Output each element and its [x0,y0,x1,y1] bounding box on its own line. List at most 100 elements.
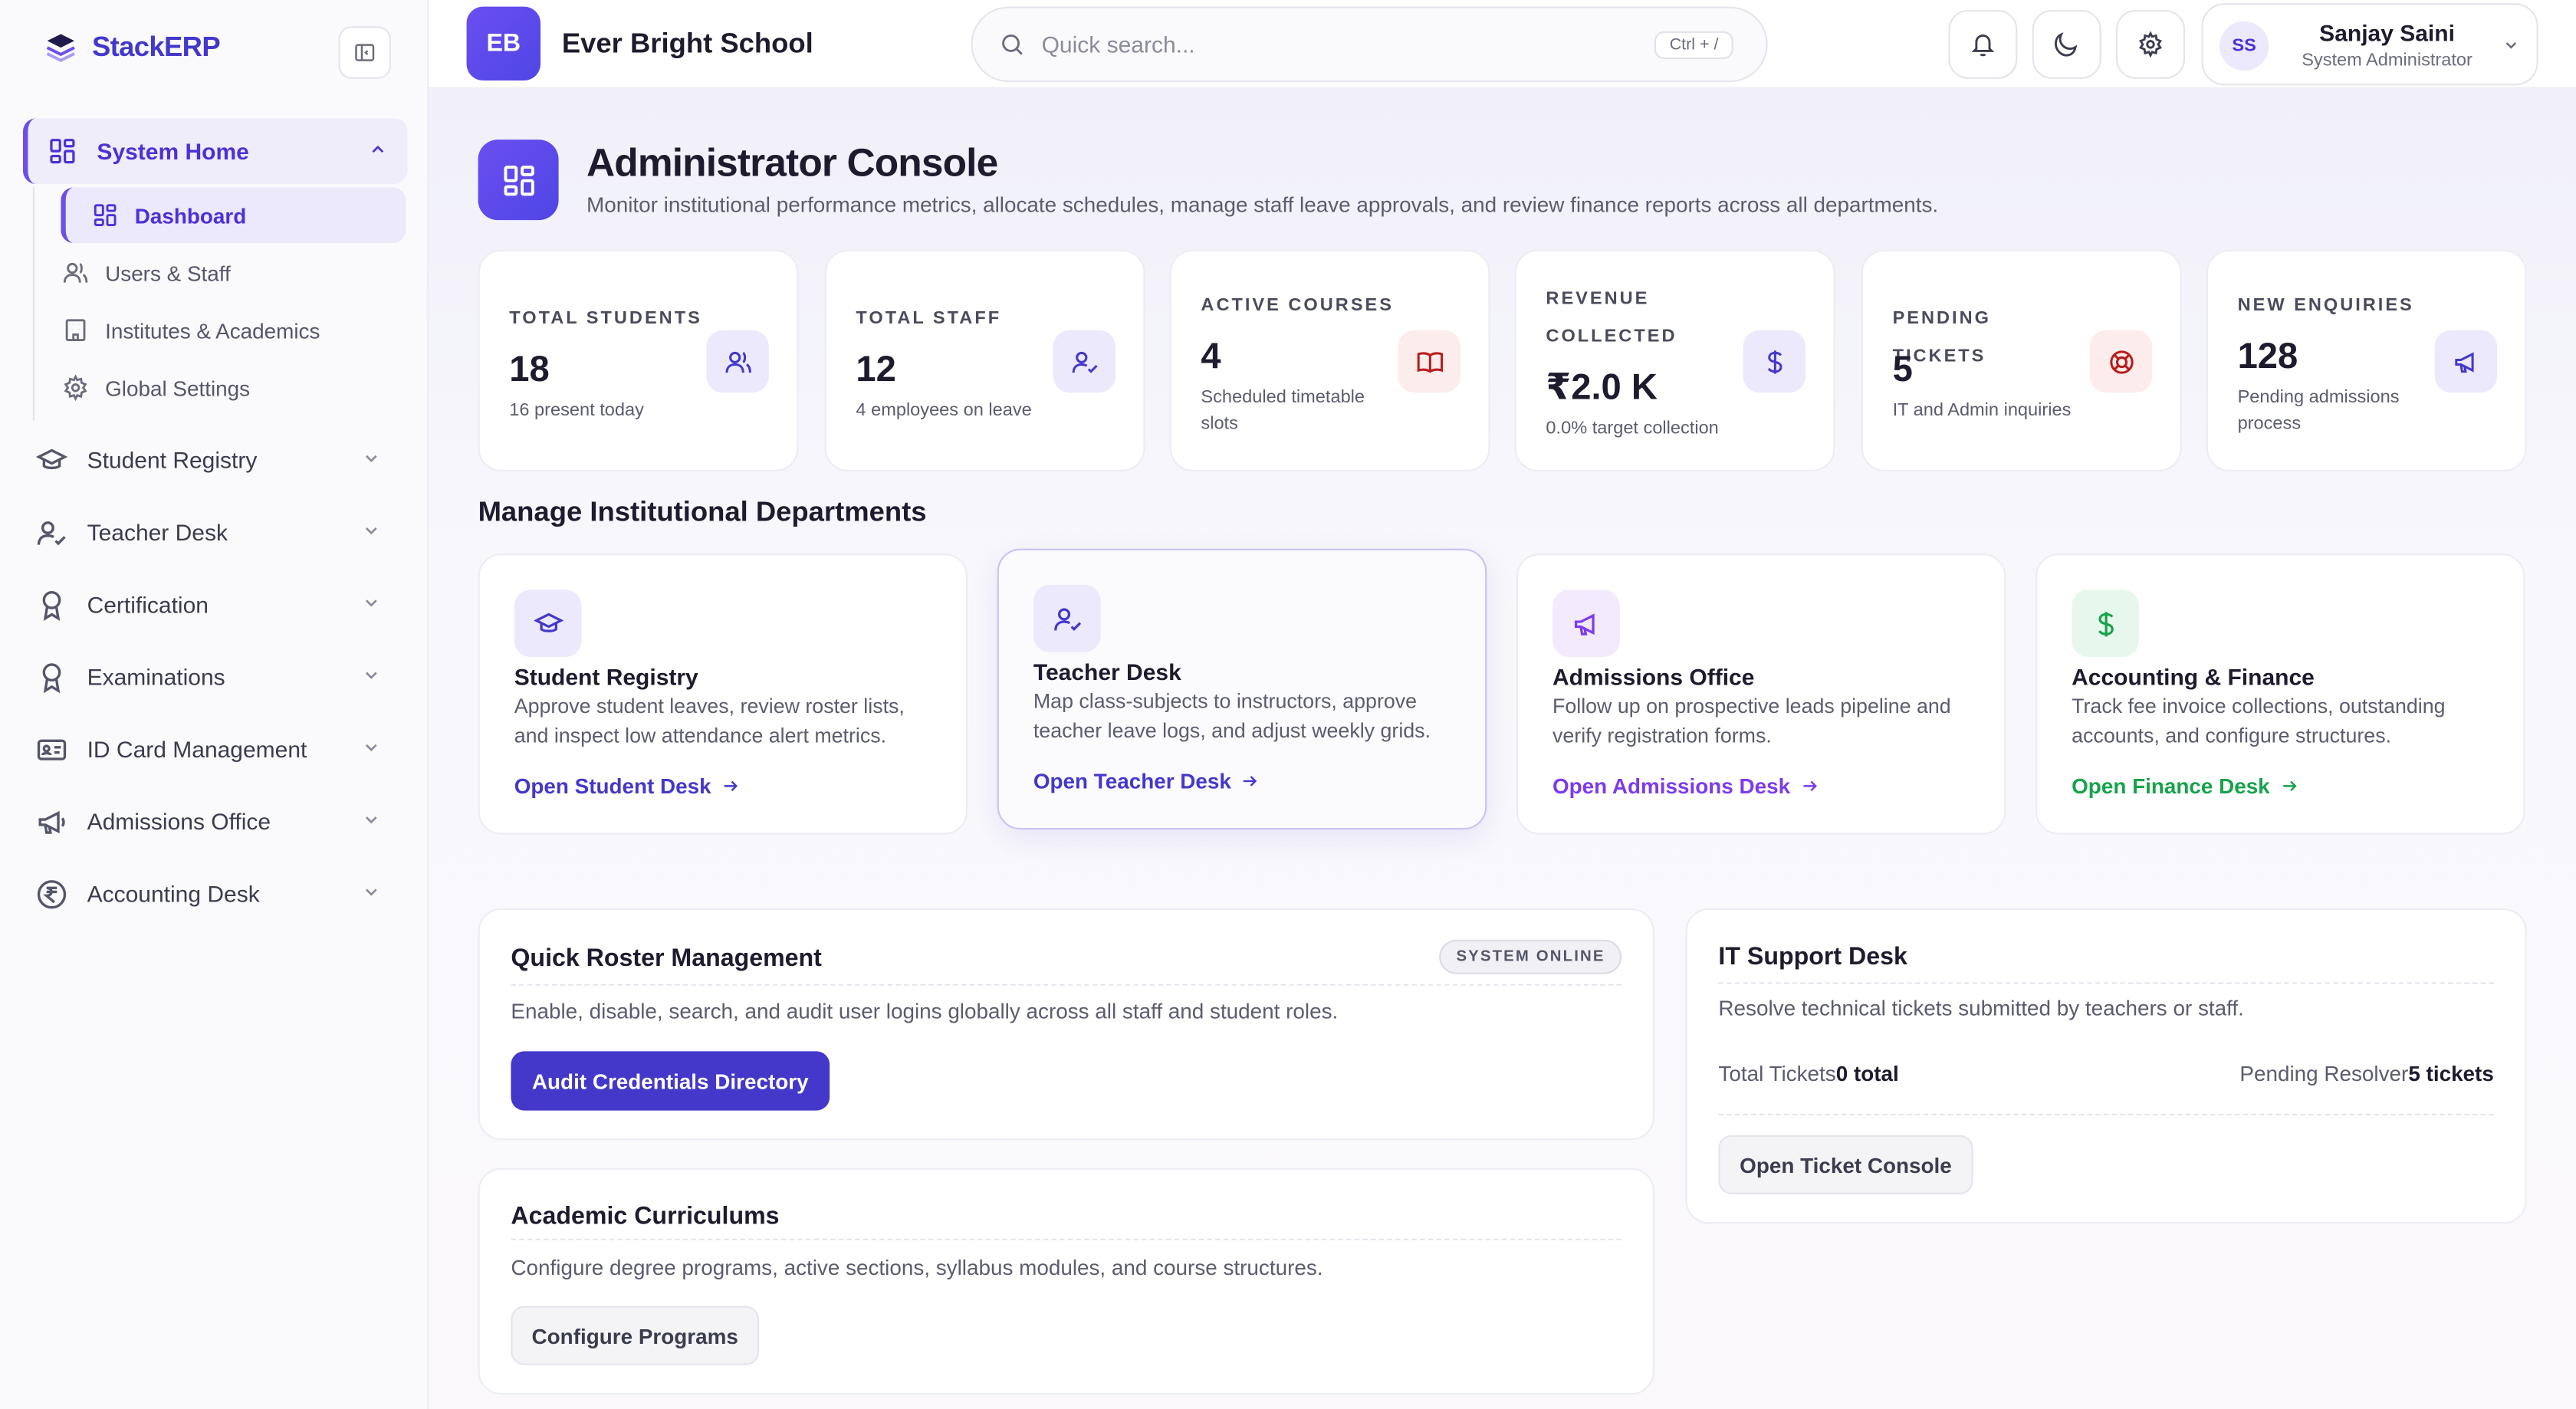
open-admissions-desk-link[interactable]: Open Admissions Desk [1552,773,1819,798]
stat-value: 18 [509,348,550,389]
dept-desc: Follow up on prospective leads pipeline … [1552,695,1951,747]
it-support-panel: IT Support Desk Resolve technical ticket… [1685,908,2527,1224]
chevron-down-icon[interactable] [361,737,381,757]
chevron-down-icon[interactable] [361,810,381,829]
chevron-down-icon[interactable] [361,882,381,902]
rupee-icon [37,879,67,908]
sidebar: StackERP System Home Dashboard Users & S… [0,0,429,1409]
configure-programs-button[interactable]: Configure Programs [511,1306,759,1365]
panel-divider [1718,1113,2494,1115]
stat-card-new-enquiries[interactable]: NEW ENQUIRIES 128 Pending admissions pro… [2206,249,2527,471]
dept-card-admissions[interactable]: Admissions Office Follow up on prospecti… [1516,553,2006,835]
megaphone-icon [38,810,65,833]
user-check-icon [1053,330,1116,393]
lifebuoy-icon [2089,330,2153,393]
chevron-up-icon[interactable] [368,140,388,159]
brand[interactable]: StackERP [43,30,221,66]
megaphone-icon [1552,590,1620,658]
sidebar-item-label: Student Registry [87,446,258,474]
sidebar-item-accounting[interactable]: Accounting Desk [36,864,394,923]
chevron-down-icon[interactable] [361,448,381,468]
link-label: Open Student Desk [514,773,711,799]
subnav-rail [32,187,34,421]
stat-card-revenue[interactable]: REVENUE COLLECTED ₹2.0 K 0.0% target col… [1514,249,1835,471]
stat-label: ACTIVE COURSES [1201,295,1395,316]
chevron-down-icon[interactable] [361,665,381,685]
open-teacher-desk-link[interactable]: Open Teacher Desk [1033,769,1259,793]
school-badge[interactable]: EB [466,6,540,81]
sidebar-item-institutes[interactable]: Institutes & Academics [62,302,320,358]
arrow-right-icon [1244,776,1258,787]
open-finance-desk-link[interactable]: Open Finance Desk [2072,773,2298,798]
chevron-down-icon[interactable] [361,593,381,613]
theme-toggle-button[interactable] [2032,9,2101,79]
sidebar-item-dashboard[interactable]: Dashboard [61,187,406,244]
sidebar-item-label: Accounting Desk [87,880,260,907]
gear-icon [2139,31,2162,57]
sidebar-item-users-staff[interactable]: Users & Staff [62,245,231,301]
sidebar-item-certification[interactable]: Certification [36,575,394,634]
arrow-right-icon [724,780,738,792]
dashboard-icon [50,139,75,164]
sidebar-item-label: Global Settings [105,375,251,400]
dept-card-student-registry[interactable]: Student Registry Approve student leaves,… [478,553,968,835]
book-icon [1398,330,1460,393]
sidebar-item-label: Examinations [87,663,225,690]
sidebar-item-student-registry[interactable]: Student Registry [36,430,394,489]
console-icon [478,140,559,221]
search-input[interactable] [1041,31,1633,57]
sidebar-item-admissions[interactable]: Admissions Office [36,792,394,851]
sidebar-item-examinations[interactable]: Examinations [36,647,394,706]
stat-value: 5 [1892,348,1913,389]
users-icon [706,330,769,393]
sidebar-item-label: Certification [87,591,209,618]
link-label: Open Admissions Desk [1552,773,1791,799]
open-student-desk-link[interactable]: Open Student Desk [514,773,739,798]
users-icon [63,262,88,283]
stat-note: Scheduled timetable slots [1201,387,1365,434]
stat-label: TOTAL STUDENTS [509,308,702,329]
dept-title: Admissions Office [1552,663,1755,690]
stat-value: ₹2.0 K [1546,366,1658,408]
dept-card-teacher-desk[interactable]: Teacher Desk Map class-subjects to instr… [997,548,1487,830]
page-title: Administrator Console [586,141,998,186]
settings-button[interactable] [2116,9,2185,79]
dept-card-accounting[interactable]: Accounting & Finance Track fee invoice c… [2036,553,2525,835]
pending-resolver-label: Pending Resolver [2239,1061,2409,1086]
moon-icon [2054,32,2078,57]
stat-card-pending-tickets[interactable]: PENDING TICKETS 5 IT and Admin inquiries [1861,249,2182,471]
audit-credentials-button[interactable]: Audit Credentials Directory [511,1051,830,1111]
stat-label: REVENUE COLLECTED [1546,289,1677,347]
stat-note: IT and Admin inquiries [1892,400,2072,421]
user-profile-menu[interactable]: SS Sanjay Saini System Administrator [2201,3,2538,86]
stat-note: 0.0% target collection [1546,419,1719,439]
dept-desc: Approve student leaves, review roster li… [514,695,905,747]
panel-desc: Configure degree programs, active sectio… [511,1255,1323,1280]
chevron-down-icon[interactable] [361,521,381,540]
quick-search[interactable]: Ctrl + / [971,6,1768,83]
stat-note: 4 employees on leave [856,400,1032,421]
dollar-icon [2072,590,2139,658]
collapse-sidebar-button[interactable] [338,26,391,79]
stat-value: 4 [1201,335,1221,376]
search-icon [1002,34,1023,55]
notifications-button[interactable] [1948,9,2018,79]
sidebar-group-label: System Home [97,138,249,165]
stat-label: PENDING TICKETS [1892,308,1991,366]
id-card-icon [37,738,67,760]
sidebar-item-id-card[interactable]: ID Card Management [36,720,394,779]
stat-label: NEW ENQUIRIES [2237,295,2414,316]
stat-card-total-students[interactable]: TOTAL STUDENTS 18 16 present today [478,249,799,471]
sidebar-item-global-settings[interactable]: Global Settings [62,360,250,415]
search-shortcut: Ctrl + / [1654,31,1733,60]
sidebar-item-label: Teacher Desk [87,519,228,546]
sidebar-item-teacher-desk[interactable]: Teacher Desk [36,503,394,562]
panel-title: Academic Curriculums [511,1202,780,1230]
dashboard-icon [503,164,534,195]
stat-label: TOTAL STAFF [856,308,1002,329]
stat-card-active-courses[interactable]: ACTIVE COURSES 4 Scheduled timetable slo… [1169,249,1490,471]
sidebar-item-label: Dashboard [134,202,247,228]
stat-card-total-staff[interactable]: TOTAL STAFF 12 4 employees on leave [824,249,1145,471]
sidebar-group-system-home[interactable]: System Home [23,118,408,184]
open-ticket-console-button[interactable]: Open Ticket Console [1718,1135,1973,1194]
